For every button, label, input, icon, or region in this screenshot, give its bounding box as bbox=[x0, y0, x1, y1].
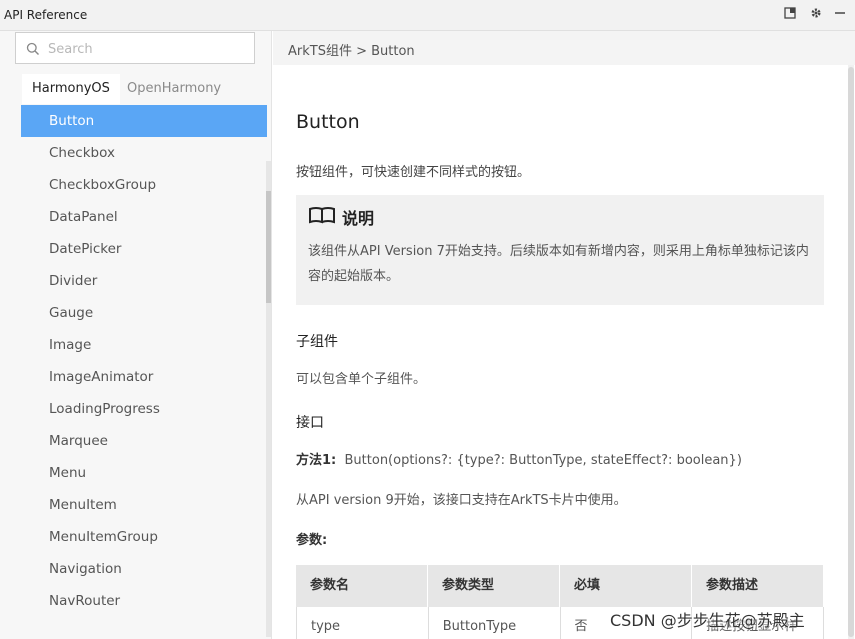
sidebar-item-datapanel[interactable]: DataPanel bbox=[21, 201, 267, 233]
method-line: 方法1: Button(options?: {type?: ButtonType… bbox=[296, 449, 742, 468]
sidebar-item-image[interactable]: Image bbox=[21, 329, 267, 361]
gear-icon[interactable] bbox=[808, 6, 824, 22]
doc-content: Button 按钮组件，可快速创建不同样式的按钮。 说明 该组件从API Ver… bbox=[273, 65, 855, 639]
tab-openharmony[interactable]: OpenHarmony bbox=[117, 74, 231, 104]
tab-harmonyos[interactable]: HarmonyOS bbox=[22, 74, 120, 104]
window-titlebar: API Reference bbox=[0, 0, 855, 31]
sidebar-item-checkboxgroup[interactable]: CheckboxGroup bbox=[21, 169, 267, 201]
sidebar-item-datepicker[interactable]: DatePicker bbox=[21, 233, 267, 265]
component-list: Button Checkbox CheckboxGroup DataPanel Date… bbox=[21, 105, 267, 617]
sidebar-item-checkbox[interactable]: Checkbox bbox=[21, 137, 267, 169]
breadcrumb: ArkTS组件 > Button bbox=[273, 31, 855, 65]
book-icon bbox=[308, 206, 338, 224]
note-body: 该组件从API Version 7开始支持。后续版本如有新增内容，则采用上角标单… bbox=[308, 244, 809, 284]
breadcrumb-text: ArkTS组件 > Button bbox=[288, 44, 415, 59]
sidebar-item-marquee[interactable]: Marquee bbox=[21, 425, 267, 457]
sidebar-item-menuitem[interactable]: MenuItem bbox=[21, 489, 267, 521]
table-header-cell: 参数类型 bbox=[428, 565, 560, 607]
table-header-cell: 必填 bbox=[560, 565, 692, 607]
watermark: CSDN @步步生花@苏殿主 bbox=[610, 611, 805, 630]
note-box: 说明 该组件从API Version 7开始支持。后续版本如有新增内容，则采用上… bbox=[296, 195, 824, 305]
search-input[interactable] bbox=[48, 39, 248, 59]
sidebar-scrollbar-thumb[interactable] bbox=[266, 191, 271, 303]
table-cell: ButtonType bbox=[429, 607, 561, 639]
restore-icon[interactable] bbox=[782, 6, 798, 22]
sidebar-item-button[interactable]: Button bbox=[21, 105, 267, 137]
table-header-cell: 参数描述 bbox=[692, 565, 824, 607]
search-icon bbox=[26, 41, 40, 55]
window-title: API Reference bbox=[4, 8, 88, 22]
search-box[interactable] bbox=[15, 32, 255, 64]
sidebar-item-menuitemgroup[interactable]: MenuItemGroup bbox=[21, 521, 267, 553]
content-scrollbar-thumb[interactable] bbox=[848, 67, 854, 637]
section-heading-interface: 接口 bbox=[296, 415, 324, 431]
minimize-icon[interactable] bbox=[832, 6, 848, 22]
sidebar-item-gauge[interactable]: Gauge bbox=[21, 297, 267, 329]
sidebar-item-imageanimator[interactable]: ImageAnimator bbox=[21, 361, 267, 393]
page-title: Button bbox=[296, 111, 360, 133]
table-header: 参数名 参数类型 必填 参数描述 bbox=[296, 565, 824, 607]
method-label: 方法1: bbox=[296, 453, 337, 468]
method-signature: Button(options?: {type?: ButtonType, sta… bbox=[344, 453, 742, 468]
page-description: 按钮组件，可快速创建不同样式的按钮。 bbox=[296, 165, 531, 180]
sidebar-item-navigation[interactable]: Navigation bbox=[21, 553, 267, 585]
children-text: 可以包含单个子组件。 bbox=[296, 372, 427, 387]
section-heading-children: 子组件 bbox=[296, 334, 338, 350]
sidebar-item-divider[interactable]: Divider bbox=[21, 265, 267, 297]
table-cell: type bbox=[297, 607, 429, 639]
params-label: 参数: bbox=[296, 529, 327, 548]
sidebar-item-menu[interactable]: Menu bbox=[21, 457, 267, 489]
sidebar: HarmonyOS OpenHarmony ButtonCheckboxChec… bbox=[0, 31, 272, 639]
sidebar-item-navrouter[interactable]: NavRouter bbox=[21, 585, 267, 617]
params-label-text: 参数: bbox=[296, 533, 328, 548]
since-text: 从API version 9开始，该接口支持在ArkTS卡片中使用。 bbox=[296, 493, 627, 508]
sidebar-item-loadingprogress[interactable]: LoadingProgress bbox=[21, 393, 267, 425]
note-title: 说明 bbox=[342, 209, 375, 228]
table-header-cell: 参数名 bbox=[296, 565, 428, 607]
